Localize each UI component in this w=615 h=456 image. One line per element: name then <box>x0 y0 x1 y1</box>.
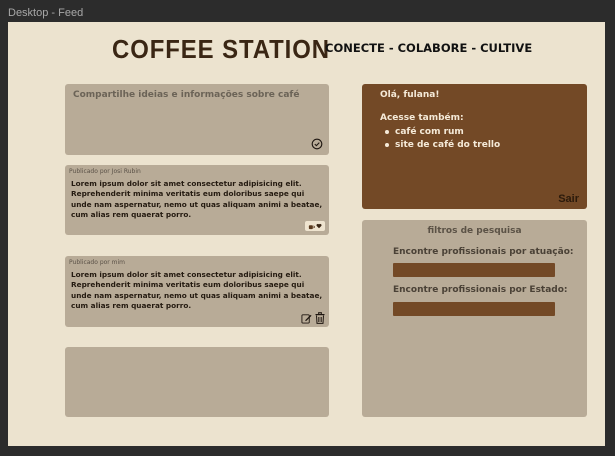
filter-by-state-label: Encontre profissionais por Estado: <box>393 285 568 295</box>
feed-post: Publicado por mim Lorem ipsum dolor sit … <box>65 256 329 327</box>
quick-link[interactable]: site de café do trello <box>384 139 500 152</box>
post-author: Publicado por Josi Rubin <box>69 168 141 175</box>
reaction-badge[interactable] <box>305 221 325 231</box>
tagline: CONECTE - COLABORE - CULTIVE <box>325 41 533 55</box>
composer-placeholder[interactable]: Compartilhe ideias e informações sobre c… <box>73 90 299 100</box>
frame-label: Desktop - Feed <box>8 7 84 19</box>
post-composer[interactable]: Compartilhe ideias e informações sobre c… <box>65 84 329 155</box>
logout-button[interactable]: Sair <box>558 193 579 205</box>
brand-logo: COFFEE STATION <box>112 34 330 64</box>
edit-icon[interactable] <box>301 313 312 324</box>
search-filters: filtros de pesquisa Encontre profissiona… <box>362 220 587 417</box>
post-author: Publicado por mim <box>69 259 126 266</box>
empty-post-card <box>65 347 329 417</box>
desktop-feed-frame: COFFEE STATION CONECTE - COLABORE - CULT… <box>8 22 605 446</box>
feed-post: Publicado por Josi Rubin Lorem ipsum dol… <box>65 165 329 235</box>
post-body: Lorem ipsum dolor sit amet consectetur a… <box>71 179 323 220</box>
filters-title: filtros de pesquisa <box>427 226 522 236</box>
filter-by-role-label: Encontre profissionais por atuação: <box>393 247 574 257</box>
greeting: Olá, fulana! <box>380 90 440 100</box>
heart-icon[interactable] <box>316 223 322 229</box>
welcome-card: Olá, fulana! Acesse também: café com rum… <box>362 84 587 209</box>
coffee-cup-icon[interactable] <box>308 223 315 230</box>
filter-by-role-input[interactable] <box>393 263 555 277</box>
filter-by-state-input[interactable] <box>393 302 555 316</box>
post-body: Lorem ipsum dolor sit amet consectetur a… <box>71 270 323 311</box>
quick-link[interactable]: café com rum <box>384 126 500 139</box>
check-circle-icon[interactable] <box>311 138 323 150</box>
trash-icon[interactable] <box>315 312 325 324</box>
see-also-heading: Acesse também: <box>380 113 464 123</box>
quick-links-list: café com rum site de café do trello <box>384 126 500 152</box>
